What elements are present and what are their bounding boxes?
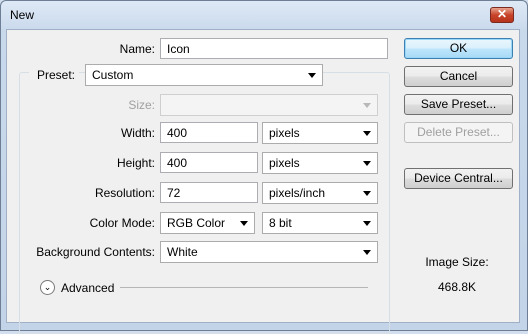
- image-size-label: Image Size:: [425, 255, 489, 269]
- preset-label: Preset:: [29, 68, 80, 82]
- dialog-window: New ✕ Name: Icon Preset: Custom Size: Wi…: [0, 0, 528, 334]
- image-size-value: 468.8K: [437, 280, 477, 294]
- chevron-down-icon: [363, 103, 371, 108]
- preset-value: Custom: [92, 68, 134, 82]
- dialog-body: Name: Icon Preset: Custom Size: Width: 4…: [6, 29, 520, 334]
- width-unit-select[interactable]: pixels: [262, 122, 378, 144]
- width-label: Width:: [120, 126, 155, 140]
- width-unit-value: pixels: [269, 126, 300, 140]
- resolution-input[interactable]: 72: [160, 182, 258, 203]
- chevron-down-icon: [363, 131, 371, 136]
- preset-select[interactable]: Custom: [85, 64, 323, 86]
- cancel-button[interactable]: Cancel: [404, 66, 513, 87]
- height-label: Height:: [116, 156, 155, 170]
- name-input[interactable]: Icon: [160, 38, 388, 59]
- resolution-label: Resolution:: [94, 186, 155, 200]
- background-label: Background Contents:: [36, 245, 155, 259]
- color-mode-select[interactable]: RGB Color: [160, 212, 255, 234]
- height-input[interactable]: 400: [160, 152, 258, 173]
- chevron-down-icon: [363, 250, 371, 255]
- window-title: New: [10, 8, 35, 22]
- chevron-down-icon: [308, 73, 316, 78]
- color-mode-label: Color Mode:: [89, 216, 155, 230]
- delete-preset-button[interactable]: Delete Preset...: [404, 122, 513, 143]
- title-bar[interactable]: New ✕: [1, 1, 527, 29]
- name-label: Name:: [119, 42, 155, 56]
- device-central-button[interactable]: Device Central...: [404, 168, 513, 189]
- height-unit-select[interactable]: pixels: [262, 152, 378, 174]
- height-unit-value: pixels: [269, 156, 300, 170]
- save-preset-button[interactable]: Save Preset...: [404, 94, 513, 115]
- bit-depth-value: 8 bit: [269, 216, 292, 230]
- ok-button[interactable]: OK: [404, 38, 513, 59]
- size-select[interactable]: [160, 94, 378, 116]
- resolution-unit-value: pixels/inch: [269, 186, 326, 200]
- background-value: White: [167, 245, 198, 259]
- size-label: Size:: [128, 98, 155, 112]
- resolution-unit-select[interactable]: pixels/inch: [262, 182, 378, 204]
- chevron-down-icon: [363, 161, 371, 166]
- advanced-label[interactable]: Advanced: [61, 281, 114, 295]
- chevron-down-icon: [363, 191, 371, 196]
- bit-depth-select[interactable]: 8 bit: [262, 212, 378, 234]
- background-select[interactable]: White: [160, 241, 378, 263]
- color-mode-value: RGB Color: [167, 216, 226, 230]
- width-input[interactable]: 400: [160, 122, 258, 143]
- advanced-toggle-icon[interactable]: ⌄: [40, 280, 55, 295]
- close-button[interactable]: ✕: [490, 7, 514, 23]
- advanced-divider: [120, 287, 368, 288]
- chevron-down-icon: [363, 221, 371, 226]
- chevron-down-icon: [240, 221, 248, 226]
- close-icon: ✕: [496, 7, 508, 21]
